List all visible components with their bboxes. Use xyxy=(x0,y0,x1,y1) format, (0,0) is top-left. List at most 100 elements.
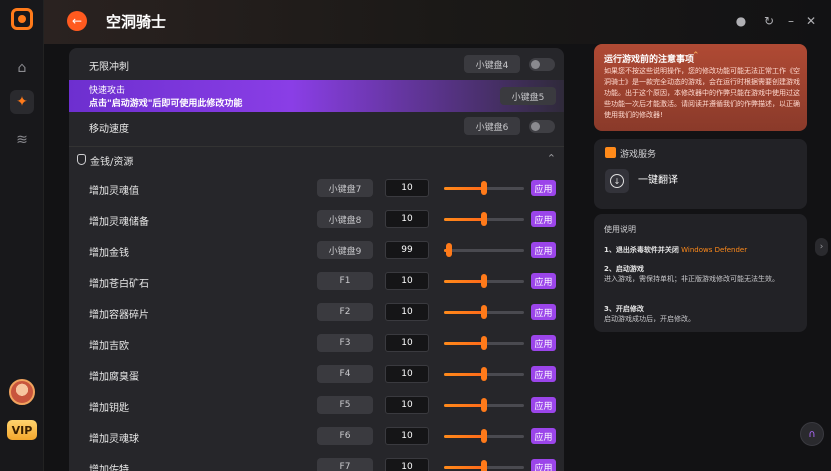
hotkey-badge[interactable]: 小键盘4 xyxy=(464,55,520,73)
apply-button[interactable]: 应用 xyxy=(531,366,556,382)
value-slider[interactable] xyxy=(444,305,524,319)
home-icon[interactable]: ⌂ xyxy=(10,56,34,80)
value-slider[interactable] xyxy=(444,336,524,350)
apply-button[interactable]: 应用 xyxy=(531,273,556,289)
hotkey-badge[interactable]: 小键盘5 xyxy=(500,87,556,105)
value-input[interactable]: 10 xyxy=(385,427,429,445)
hotkey-badge[interactable]: F4 xyxy=(317,365,373,383)
value-slider[interactable] xyxy=(444,181,524,195)
library-icon[interactable]: ≋ xyxy=(10,128,34,152)
value-slider[interactable] xyxy=(444,367,524,381)
support-button[interactable]: ∩ xyxy=(800,422,824,446)
step-title: 1、退出杀毒软件并关闭 xyxy=(604,246,679,254)
app-window: ⌂ ✦ ≋ VIP ← 空洞骑士 ● ↻ – ✕ 无限冲刺 小键盘4 快速攻击 … xyxy=(0,0,831,471)
minimize-button[interactable]: – xyxy=(784,14,798,28)
cheat-list-panel: 无限冲刺 小键盘4 快速攻击 点击"启动游戏"后即可使用此修改功能 小键盘5 移… xyxy=(69,48,564,471)
apply-button[interactable]: 应用 xyxy=(531,242,556,258)
usage-step-2: 2、启动游戏 进入游戏，需保持单机；非正版游戏修改可能无法生效。 xyxy=(604,264,800,284)
value-input[interactable]: 10 xyxy=(385,210,429,228)
hotkey-badge[interactable]: F6 xyxy=(317,427,373,445)
cheat-row: 增加容器碎片 F2 10 应用 xyxy=(69,300,564,324)
hotkey-badge[interactable]: F1 xyxy=(317,272,373,290)
hotkey-badge[interactable]: F3 xyxy=(317,334,373,352)
avatar[interactable] xyxy=(9,379,35,405)
slider-thumb[interactable] xyxy=(445,243,452,257)
expand-panel-button[interactable]: › xyxy=(815,238,828,256)
cheat-row: 增加灵魂储备 小键盘8 10 应用 xyxy=(69,207,564,231)
cheat-label: 增加腐臭蛋 xyxy=(89,372,139,383)
slider-fill xyxy=(444,311,484,314)
record-icon[interactable]: ● xyxy=(734,14,748,28)
slider-thumb[interactable] xyxy=(481,398,487,412)
cheat-label: 增加金钱 xyxy=(89,248,129,259)
value-slider[interactable] xyxy=(444,429,524,443)
hotkey-badge[interactable]: F2 xyxy=(317,303,373,321)
value-input[interactable]: 10 xyxy=(385,458,429,471)
value-slider[interactable] xyxy=(444,274,524,288)
cheat-label: 增加钥匙 xyxy=(89,403,129,414)
usage-title: 使用说明 xyxy=(604,225,636,234)
toggle-switch[interactable] xyxy=(529,120,555,133)
slider-thumb[interactable] xyxy=(481,460,487,471)
cheat-row: 增加腐臭蛋 F4 10 应用 xyxy=(69,362,564,386)
slider-fill xyxy=(444,466,484,469)
apply-button[interactable]: 应用 xyxy=(531,397,556,413)
value-input[interactable]: 10 xyxy=(385,272,429,290)
hotkey-badge[interactable]: 小键盘9 xyxy=(317,241,373,259)
gamepad-icon[interactable]: ✦ xyxy=(10,90,34,114)
cheat-label: 增加佐特 xyxy=(89,465,129,471)
translate-button[interactable]: ↓ xyxy=(605,169,629,193)
cheat-label: 增加苍白矿石 xyxy=(89,279,149,290)
value-input[interactable]: 10 xyxy=(385,334,429,352)
promo-row-quick-attack[interactable]: 快速攻击 点击"启动游戏"后即可使用此修改功能 小键盘5 xyxy=(69,80,564,112)
hotkey-badge[interactable]: 小键盘6 xyxy=(464,117,520,135)
app-logo[interactable] xyxy=(11,8,33,30)
close-button[interactable]: ✕ xyxy=(804,14,818,28)
translate-label[interactable]: 一键翻译 xyxy=(638,171,678,186)
section-header-money[interactable]: 金钱/资源 ⌃ xyxy=(69,146,564,172)
value-input[interactable]: 99 xyxy=(385,241,429,259)
vip-badge[interactable]: VIP xyxy=(7,420,37,440)
cheat-row: 增加钥匙 F5 10 应用 xyxy=(69,393,564,417)
value-input[interactable]: 10 xyxy=(385,303,429,321)
value-input[interactable]: 10 xyxy=(385,396,429,414)
hotkey-badge[interactable]: 小键盘7 xyxy=(317,179,373,197)
apply-button[interactable]: 应用 xyxy=(531,459,556,471)
apply-button[interactable]: 应用 xyxy=(531,180,556,196)
slider-thumb[interactable] xyxy=(481,212,487,226)
hotkey-badge[interactable]: F5 xyxy=(317,396,373,414)
arrow-left-icon: ← xyxy=(71,14,83,28)
value-slider[interactable] xyxy=(444,398,524,412)
slider-thumb[interactable] xyxy=(481,336,487,350)
toggle-switch[interactable] xyxy=(529,58,555,71)
apply-button[interactable]: 应用 xyxy=(531,335,556,351)
cheat-label: 增加灵魂值 xyxy=(89,186,139,197)
step-highlight: Windows Defender xyxy=(681,246,748,254)
refresh-icon[interactable]: ↻ xyxy=(762,14,776,28)
cheat-row: 增加金钱 小键盘9 99 应用 xyxy=(69,238,564,262)
chevron-up-icon[interactable]: ⌃ xyxy=(547,152,556,165)
apply-button[interactable]: 应用 xyxy=(531,428,556,444)
back-button[interactable]: ← xyxy=(67,11,87,31)
value-slider[interactable] xyxy=(444,243,524,257)
download-icon: ↓ xyxy=(610,174,624,188)
slider-thumb[interactable] xyxy=(481,181,487,195)
apply-button[interactable]: 应用 xyxy=(531,304,556,320)
value-slider[interactable] xyxy=(444,460,524,471)
slider-fill xyxy=(444,280,484,283)
hotkey-badge[interactable]: 小键盘8 xyxy=(317,210,373,228)
cheat-label: 无限冲刺 xyxy=(89,62,129,73)
slider-thumb[interactable] xyxy=(481,367,487,381)
service-icon xyxy=(605,147,616,158)
slider-thumb[interactable] xyxy=(481,274,487,288)
cheat-label: 增加容器碎片 xyxy=(89,310,149,321)
chevron-up-icon[interactable]: ⌃ xyxy=(692,51,700,61)
slider-thumb[interactable] xyxy=(481,305,487,319)
value-input[interactable]: 10 xyxy=(385,365,429,383)
slider-thumb[interactable] xyxy=(481,429,487,443)
cheat-label: 移动速度 xyxy=(89,124,129,135)
hotkey-badge[interactable]: F7 xyxy=(317,458,373,471)
value-slider[interactable] xyxy=(444,212,524,226)
value-input[interactable]: 10 xyxy=(385,179,429,197)
apply-button[interactable]: 应用 xyxy=(531,211,556,227)
